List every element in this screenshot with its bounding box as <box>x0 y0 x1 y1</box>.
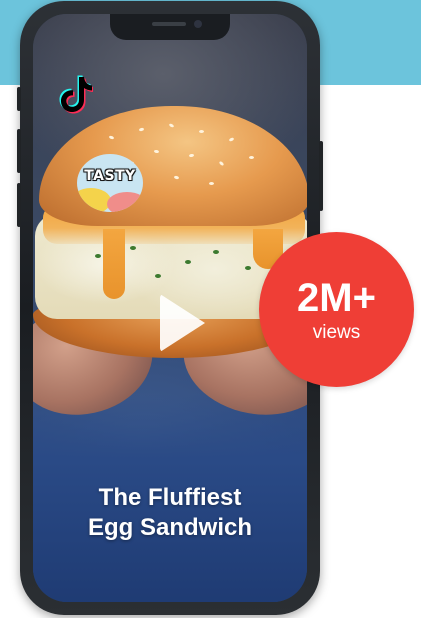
tasty-brand-badge: TASTY <box>77 154 143 212</box>
phone-notch <box>110 14 230 40</box>
silent-switch <box>17 87 21 111</box>
tasty-brand-text: TASTY <box>84 168 136 184</box>
views-badge: 2M+ views <box>259 232 414 387</box>
volume-down-button <box>17 183 21 227</box>
front-camera <box>194 20 202 28</box>
video-title: The Fluffiest Egg Sandwich <box>33 483 307 543</box>
video-title-line-1: The Fluffiest <box>98 484 242 511</box>
play-icon[interactable] <box>160 294 205 352</box>
ad-stage: TASTY The Fluffiest Egg Sandwich 2M+ vie… <box>0 0 421 618</box>
video-title-line-2: Egg Sandwich <box>87 514 252 541</box>
tiktok-logo-icon <box>59 75 93 114</box>
cheese-drip <box>103 229 125 299</box>
volume-up-button <box>17 129 21 173</box>
views-label: views <box>312 322 361 343</box>
power-button <box>319 141 323 211</box>
views-count: 2M+ <box>297 276 376 320</box>
speaker-grille <box>152 22 186 26</box>
